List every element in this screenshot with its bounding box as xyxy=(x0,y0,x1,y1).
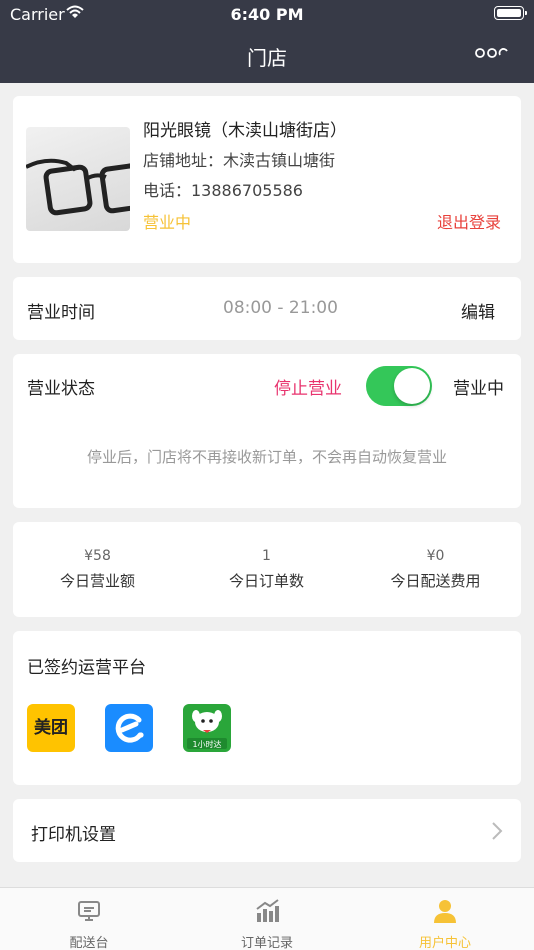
tab-label: 用户中心 xyxy=(418,936,471,950)
tab-dispatch[interactable]: 配送台 xyxy=(0,888,178,950)
business-status-note: 停业后，门店将不再接收新订单，不会再自动恢复营业 xyxy=(86,448,447,466)
tab-orders[interactable]: 订单记录 xyxy=(178,888,356,950)
chevron-right-icon xyxy=(492,822,503,840)
battery-icon xyxy=(494,6,527,20)
chart-icon xyxy=(256,899,279,922)
glasses-icon xyxy=(26,158,130,216)
store-name: 阳光眼镜（木渎山塘街店） xyxy=(143,121,347,141)
tab-bar: 配送台 订单记录 用户中心 xyxy=(0,887,534,950)
hours-label: 营业时间 xyxy=(27,303,95,323)
edit-hours-button[interactable]: 编辑 xyxy=(461,298,495,323)
stat-delivery-fee: ¥0 今日配送费用 xyxy=(351,548,520,591)
stat-value: ¥0 xyxy=(426,548,445,564)
stat-revenue: ¥58 今日营业额 xyxy=(13,548,182,591)
store-card: 阳光眼镜（木渎山塘街店） 店铺地址：木渎古镇山塘街 电话：13886705586… xyxy=(13,96,521,263)
tab-label: 配送台 xyxy=(69,936,109,950)
stat-label: 今日配送费用 xyxy=(390,572,481,590)
stats-card: ¥58 今日营业额 1 今日订单数 ¥0 今日配送费用 xyxy=(13,522,521,617)
stop-business-button[interactable]: 停止营业 xyxy=(274,374,342,399)
monitor-icon xyxy=(78,901,100,921)
more-icon[interactable] xyxy=(474,45,510,61)
platforms-card: 已签约运营平台 美团 1小时达 xyxy=(13,631,521,785)
status-bar: Carrier 6:40 PM xyxy=(0,0,534,28)
logout-button[interactable]: 退出登录 xyxy=(437,209,501,233)
stat-value: ¥58 xyxy=(84,548,111,564)
jd-dog-icon: 1小时达 xyxy=(187,710,227,749)
hours-value: 08:00 - 21:00 xyxy=(223,298,338,318)
stat-value: 1 xyxy=(262,548,271,564)
eleme-logo[interactable] xyxy=(105,704,153,752)
meituan-logo[interactable]: 美团 xyxy=(27,704,75,752)
stat-label: 今日订单数 xyxy=(228,572,304,590)
platforms-title: 已签约运营平台 xyxy=(27,658,146,678)
jd-label: 1小时达 xyxy=(192,739,221,749)
toggle-knob xyxy=(394,368,430,404)
user-icon xyxy=(434,900,456,923)
stat-label: 今日营业额 xyxy=(59,572,135,590)
store-address: 店铺地址：木渎古镇山塘街 xyxy=(143,151,336,170)
printer-settings-label: 打印机设置 xyxy=(31,825,116,845)
clock: 6:40 PM xyxy=(230,5,304,24)
stat-orders: 1 今日订单数 xyxy=(182,548,351,591)
printer-settings-row[interactable]: 打印机设置 xyxy=(13,799,521,862)
top-bar: Carrier 6:40 PM 门店 xyxy=(0,0,534,83)
eleme-icon xyxy=(115,713,144,743)
business-state-label: 营业中 xyxy=(453,379,504,399)
tab-label: 订单记录 xyxy=(240,936,293,950)
jd-daojia-logo[interactable]: 1小时达 xyxy=(183,704,231,752)
business-toggle[interactable] xyxy=(366,366,432,406)
store-phone: 电话：13886705586 xyxy=(143,181,303,200)
store-open-status: 营业中 xyxy=(143,213,192,232)
business-status-label: 营业状态 xyxy=(27,379,95,399)
page-title: 门店 xyxy=(247,46,287,70)
store-image xyxy=(26,127,130,231)
hours-card: 营业时间 08:00 - 21:00 编辑 xyxy=(13,277,521,340)
tab-user-center[interactable]: 用户中心 xyxy=(356,888,534,950)
business-status-card: 营业状态 停止营业 营业中 停业后，门店将不再接收新订单，不会再自动恢复营业 xyxy=(13,354,521,508)
